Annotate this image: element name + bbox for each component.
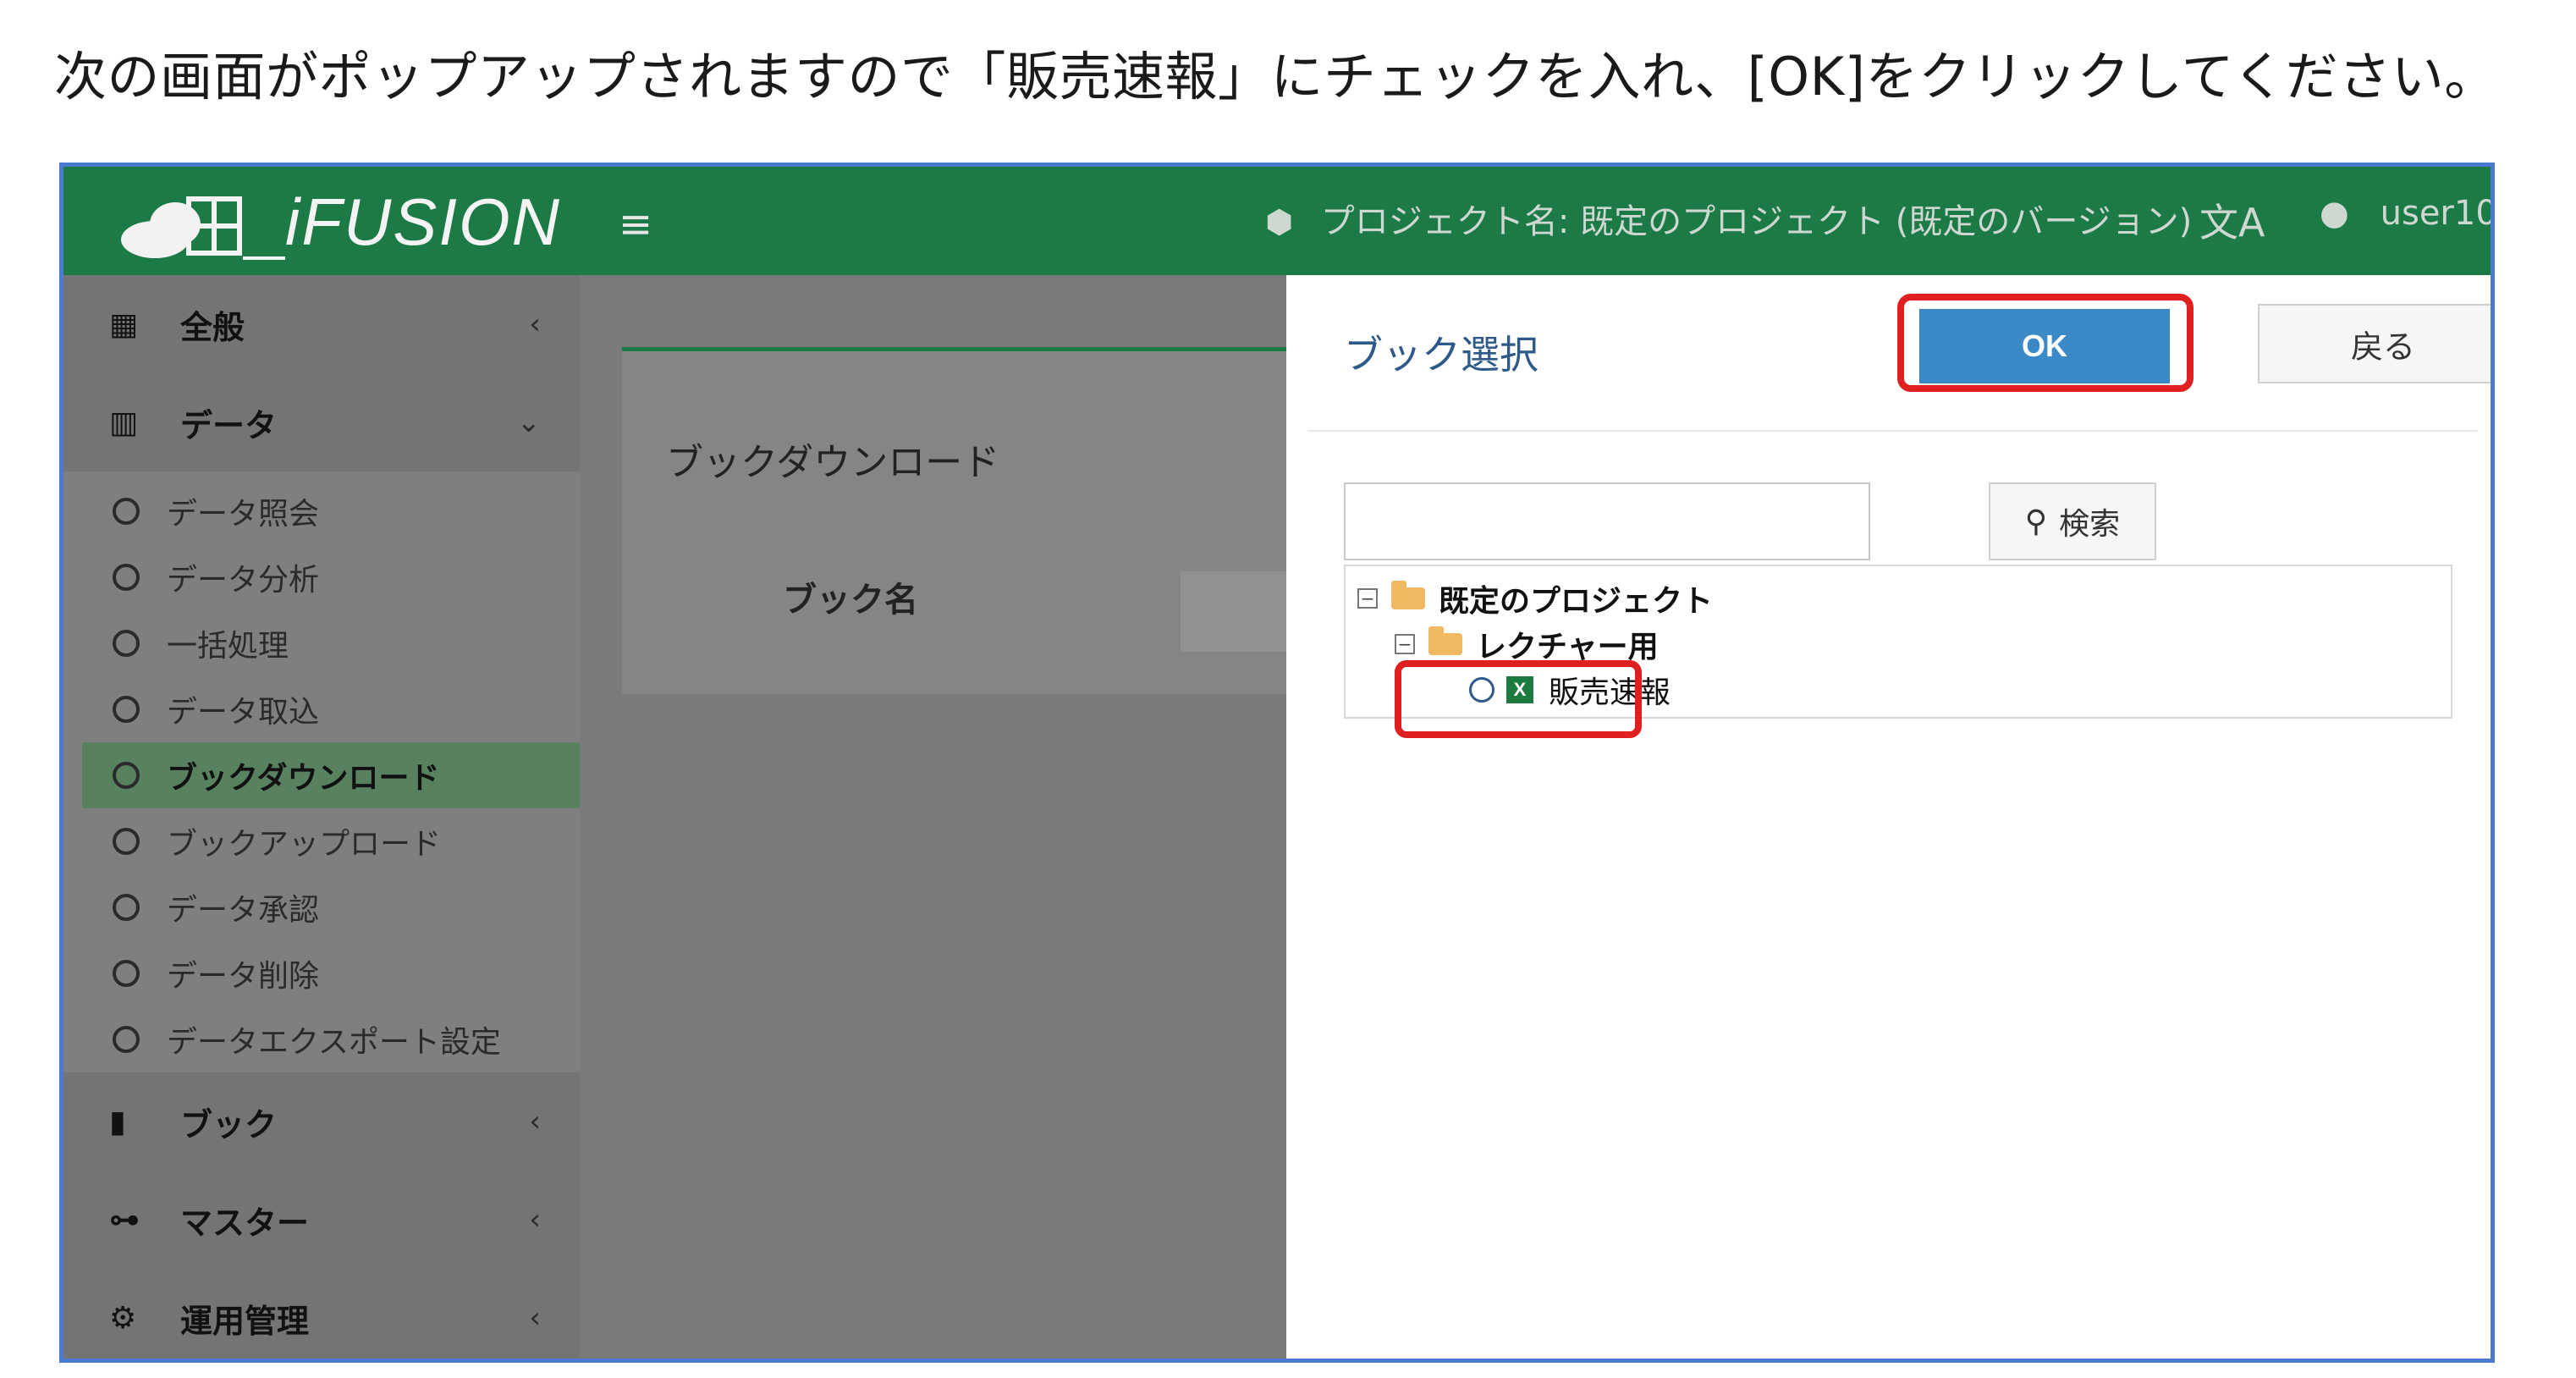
sidebar-section-label: 全般 [180, 308, 245, 346]
circle-icon [113, 894, 140, 921]
ok-button[interactable]: OK [1919, 309, 2170, 383]
screenshot-frame: iFUSION ≡ ⬢ プロジェクト名: 既定のプロジェクト (既定のバージョン… [59, 163, 2495, 1363]
search-input[interactable] [1344, 482, 1870, 560]
gears-icon: ⚙ [109, 1300, 137, 1336]
page-title: ブックダウンロード [666, 441, 1000, 484]
sidebar-section-master[interactable]: ⊶ マスター ‹ [63, 1171, 580, 1269]
circle-icon [113, 498, 140, 525]
sidebar-item-data-delete[interactable]: データ削除 [63, 940, 580, 1006]
sidebar-item-data-import[interactable]: データ取込 [63, 676, 580, 742]
book-select-dialog: ブック選択 OK 戻る ⚲ 検索 − 既定のプロジェクト − レクチャー用 X [1286, 275, 2491, 1359]
sidebar-item-data-inquiry[interactable]: データ照会 [63, 478, 580, 544]
circle-icon [113, 564, 140, 591]
sidebar-item-book-download[interactable]: ブックダウンロード [82, 742, 580, 808]
circle-icon [113, 696, 140, 723]
tree-node-root[interactable]: − 既定のプロジェクト [1357, 576, 1713, 620]
sidebar-section-label: ブック [180, 1105, 278, 1144]
book-name-label: ブック名 [783, 581, 918, 620]
sidebar-item-book-upload[interactable]: ブックアップロード [63, 808, 580, 874]
search-icon: ⚲ [2024, 504, 2048, 538]
top-bar: iFUSION ≡ ⬢ プロジェクト名: 既定のプロジェクト (既定のバージョン… [63, 167, 2491, 275]
search-button-label: 検索 [2059, 506, 2121, 541]
book-download-panel: ブックダウンロード ブック名 [622, 347, 1358, 694]
bar-chart-icon: ▥ [109, 405, 139, 440]
sidebar-section-general[interactable]: ▦ 全般 ‹ [63, 275, 580, 373]
sidebar-item-label: データ削除 [167, 959, 320, 994]
logo-text: iFUSION [285, 185, 561, 259]
folder-open-icon [1428, 626, 1462, 655]
cube-icon: ⬢ [1265, 203, 1294, 240]
sidebar-item-label: データ取込 [167, 695, 320, 730]
search-button[interactable]: ⚲ 検索 [1989, 482, 2156, 560]
cloud-logo-icon [121, 196, 285, 260]
sidebar-item-data-approval[interactable]: データ承認 [63, 874, 580, 940]
file-highlight-box [1395, 660, 1642, 738]
panel-accent-line [622, 347, 1350, 351]
circle-icon [113, 630, 140, 657]
circle-icon [113, 762, 140, 789]
sidebar-item-label: 一括処理 [167, 629, 289, 664]
sidebar-section-label: 運用管理 [180, 1302, 310, 1340]
circle-icon [113, 828, 140, 855]
folder-open-icon [1391, 581, 1425, 609]
ifusion-logo: iFUSION [116, 180, 559, 265]
sidebar-section-data[interactable]: ▥ データ ⌄ [63, 373, 580, 471]
sidebar-item-data-export[interactable]: データエクスポート設定 [63, 1006, 580, 1072]
hamburger-menu-icon[interactable]: ≡ [619, 201, 652, 248]
circle-icon [113, 960, 140, 987]
sidebar-item-label: データ分析 [167, 563, 320, 598]
sitemap-icon: ⊶ [109, 1202, 140, 1237]
sidebar-section-book[interactable]: ▮ ブック ‹ [63, 1072, 580, 1171]
chevron-left-icon: ‹ [529, 1105, 541, 1138]
tree-node-label: 既定のプロジェクト [1439, 584, 1714, 619]
sidebar-item-data-analysis[interactable]: データ分析 [63, 544, 580, 610]
collapse-icon[interactable]: − [1395, 634, 1415, 654]
user-icon: ● [2320, 194, 2349, 233]
sidebar-data-list: データ照会 データ分析 一括処理 データ取込 ブックダウンロード ブックアップロ… [63, 471, 580, 1072]
sidebar-section-admin[interactable]: ⚙ 運用管理 ‹ [63, 1269, 580, 1359]
book-icon: ▮ [109, 1104, 126, 1139]
chevron-down-icon: ⌄ [516, 405, 542, 439]
sidebar-item-label: データ承認 [167, 893, 320, 928]
instruction-text: 次の画面がポップアップされますので「販売速報」にチェックを入れ、[OK]をクリッ… [54, 46, 2497, 107]
sidebar-item-batch[interactable]: 一括処理 [63, 610, 580, 676]
language-icon[interactable]: 文A [2199, 192, 2265, 248]
sidebar-section-label: マスター [180, 1204, 310, 1242]
project-name: プロジェクト名: 既定のプロジェクト (既定のバージョン) [1320, 202, 2193, 241]
sidebar-item-label: データ照会 [167, 497, 320, 532]
back-button[interactable]: 戻る [2258, 304, 2491, 383]
project-indicator[interactable]: ⬢ プロジェクト名: 既定のプロジェクト (既定のバージョン) [1265, 194, 2192, 243]
sidebar-section-label: データ [180, 406, 278, 444]
sidebar: ▦ 全般 ‹ ▥ データ ⌄ データ照会 データ分析 一括処理 データ取込 ブッ… [63, 275, 580, 1359]
user-menu[interactable]: ● user10 [2320, 194, 2495, 233]
dialog-title: ブック選択 [1344, 332, 1538, 378]
chevron-left-icon: ‹ [529, 1203, 541, 1237]
collapse-icon[interactable]: − [1357, 588, 1378, 609]
chevron-left-icon: ‹ [529, 307, 541, 341]
sidebar-item-label: データエクスポート設定 [167, 1025, 501, 1060]
chevron-left-icon: ‹ [529, 1301, 541, 1335]
sidebar-item-label: ブックダウンロード [167, 761, 440, 796]
username: user10 [2380, 194, 2495, 233]
dialog-divider [1307, 430, 2478, 432]
grid-icon: ▦ [109, 306, 139, 342]
sidebar-item-label: ブックアップロード [167, 827, 442, 862]
circle-icon [113, 1026, 140, 1053]
